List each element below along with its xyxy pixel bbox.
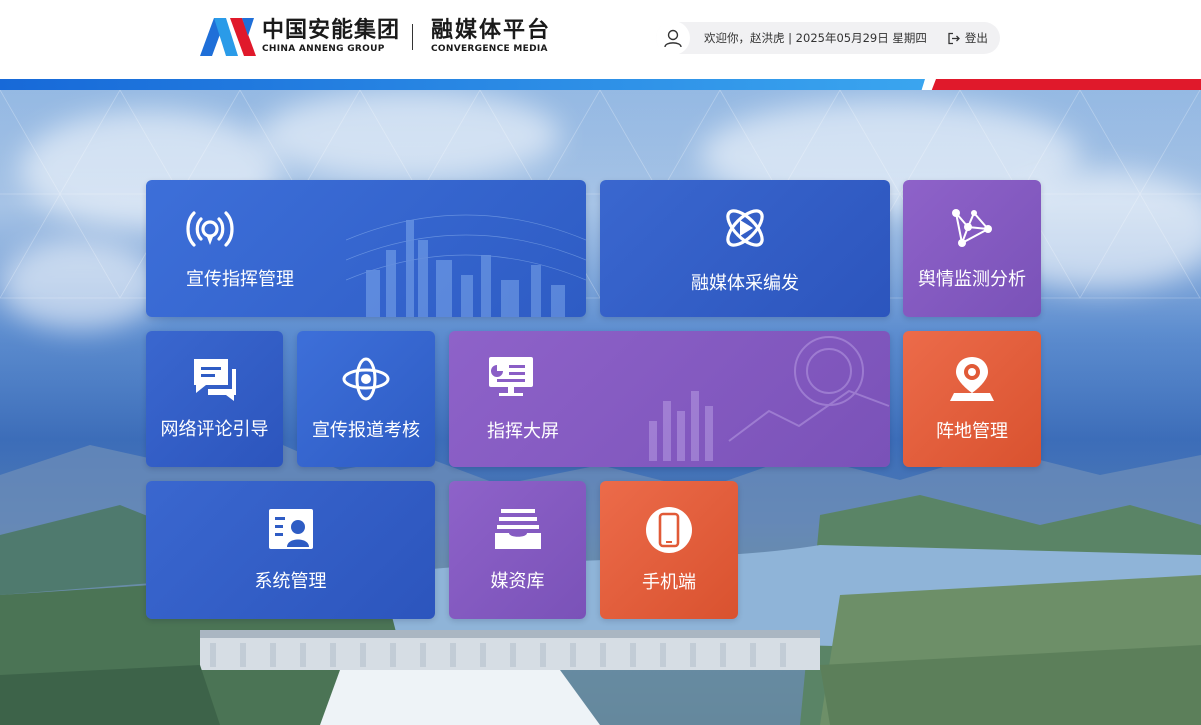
- avatar[interactable]: [656, 21, 690, 55]
- tile-label: 融媒体采编发: [691, 272, 799, 294]
- tile-position-management[interactable]: 阵地管理: [903, 331, 1041, 467]
- tile-label: 手机端: [642, 572, 696, 593]
- tile-media-editing[interactable]: 融媒体采编发: [600, 180, 890, 317]
- inbox-icon: [493, 507, 543, 555]
- city-skyline-decoration: [346, 214, 586, 317]
- dashboard-decoration: [649, 336, 890, 461]
- platform-cn-text: 融媒体平台: [431, 18, 552, 43]
- broadcast-icon: [184, 207, 236, 255]
- location-icon: [948, 355, 996, 407]
- phone-icon: [645, 506, 693, 558]
- tile-label: 网络评论引导: [160, 419, 269, 440]
- logout-icon: [948, 32, 960, 44]
- tile-report-assessment[interactable]: 宣传报道考核: [297, 331, 435, 467]
- chat-icon: [190, 357, 240, 405]
- logo-divider: [412, 24, 414, 50]
- header-stripe: [0, 77, 1201, 92]
- logo-en-text: CHINA ANNENG GROUP: [262, 44, 385, 54]
- logout-label: 登出: [964, 31, 988, 45]
- play-orbit-icon: [719, 203, 771, 257]
- header: 中国安能集团 CHINA ANNENG GROUP 融媒体平台 CONVERGE…: [0, 0, 1201, 77]
- anneng-logo-icon: [200, 18, 256, 56]
- screen-icon: [487, 355, 535, 403]
- platform-en-text: CONVERGENCE MEDIA: [431, 44, 548, 54]
- tile-label: 媒资库: [490, 571, 545, 592]
- tile-label: 指挥大屏: [487, 421, 559, 442]
- tile-network-comment[interactable]: 网络评论引导: [146, 331, 283, 467]
- logout-button[interactable]: 登出: [947, 30, 988, 46]
- tile-media-library[interactable]: 媒资库: [449, 481, 586, 619]
- tile-system-management[interactable]: 系统管理: [146, 481, 435, 619]
- tile-label: 系统管理: [254, 571, 327, 592]
- user-info-bar: 欢迎你，赵洪虎 | 2025年05月29日 星期四 登出: [656, 21, 1000, 55]
- logo[interactable]: 中国安能集团 CHINA ANNENG GROUP 融媒体平台 CONVERGE…: [200, 17, 551, 57]
- tile-mobile[interactable]: 手机端: [600, 481, 738, 619]
- user-card-icon: [267, 507, 315, 555]
- tile-label: 宣传报道考核: [312, 420, 420, 441]
- tile-command-screen[interactable]: 指挥大屏: [449, 331, 890, 467]
- tile-label: 阵地管理: [936, 421, 1008, 442]
- atom-icon: [341, 356, 391, 406]
- tile-publicity-command[interactable]: 宣传指挥管理: [146, 180, 586, 317]
- tile-label: 舆情监测分析: [918, 268, 1026, 290]
- user-icon: [664, 29, 682, 48]
- logo-cn-text: 中国安能集团: [262, 18, 401, 43]
- welcome-text: 欢迎你，赵洪虎 | 2025年05月29日 星期四: [704, 31, 927, 45]
- tile-label: 宣传指挥管理: [186, 268, 294, 290]
- tile-public-opinion[interactable]: 舆情监测分析: [903, 180, 1041, 317]
- network-icon: [948, 207, 996, 253]
